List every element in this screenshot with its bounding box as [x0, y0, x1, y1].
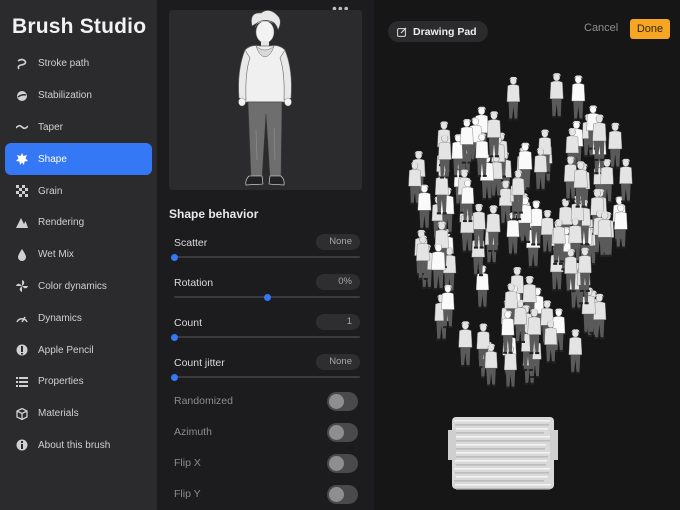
sidebar-item-label: Apple Pencil [38, 344, 94, 356]
count-value[interactable]: 1 [316, 314, 360, 330]
randomized-label: Randomized [174, 395, 233, 407]
brush-stamp [506, 76, 520, 121]
sidebar-item-label: Dynamics [38, 312, 82, 324]
scatter-value[interactable]: None [316, 234, 360, 250]
toggle-knob [329, 394, 344, 409]
about-icon [15, 438, 29, 452]
character-preview-image [238, 10, 292, 186]
brush-stamp [571, 75, 586, 121]
sidebar-item-label: Shape [38, 153, 67, 165]
brush-stamp [608, 122, 623, 169]
azimuth-label: Azimuth [174, 426, 212, 438]
sidebar-item-label: Materials [38, 408, 79, 420]
flip-y-label: Flip Y [174, 488, 201, 500]
color-dynamics-icon [15, 279, 29, 293]
scatter-slider[interactable] [170, 253, 360, 261]
sidebar-item-rendering[interactable]: Rendering [5, 207, 152, 239]
rendering-icon [15, 216, 29, 230]
done-button[interactable]: Done [630, 19, 670, 39]
randomized-setting: Randomized [174, 392, 360, 412]
brush-stamp [549, 73, 564, 119]
dynamics-icon [15, 311, 29, 325]
azimuth-setting: Azimuth [174, 423, 360, 443]
sidebar-item-shape[interactable]: Shape [5, 143, 152, 176]
count-jitter-value[interactable]: None [316, 354, 360, 370]
sidebar-item-taper[interactable]: Taper [5, 112, 152, 144]
brush-shape-preview [169, 10, 362, 190]
stabilization-icon [15, 89, 29, 103]
brush-stroke-base [448, 417, 558, 490]
sidebar-item-label: Taper [38, 121, 64, 133]
flip-x-label: Flip X [174, 457, 201, 469]
count-jitter-slider[interactable] [170, 373, 360, 381]
brush-stamp [540, 210, 554, 254]
cancel-button[interactable]: Cancel [584, 22, 618, 34]
sidebar-item-dynamics[interactable]: Dynamics [5, 302, 152, 334]
sidebar-nav: Stroke path Stabilization Taper Shape Gr… [5, 48, 152, 461]
toggle-knob [329, 487, 344, 502]
sidebar-item-label: Stabilization [38, 90, 92, 102]
rotation-label: Rotation [174, 277, 214, 289]
drawing-pad-canvas[interactable] [374, 0, 680, 510]
toggle-knob [329, 456, 344, 471]
sidebar-item-color-dynamics[interactable]: Color dynamics [5, 271, 152, 303]
shape-settings-panel: ••• Shape behavior Scatter None Rotation… [157, 0, 374, 510]
randomized-toggle[interactable] [327, 392, 358, 411]
apple-pencil-icon [15, 343, 29, 357]
drawing-pad-title: Drawing Pad [413, 25, 477, 38]
grain-icon [15, 184, 29, 198]
sidebar-item-label: Grain [38, 185, 63, 197]
count-slider[interactable] [170, 333, 360, 341]
sidebar-item-stroke-path[interactable]: Stroke path [5, 48, 152, 80]
drawing-pad[interactable]: Drawing Pad Cancel Done [374, 0, 680, 510]
sidebar-item-properties[interactable]: Properties [5, 366, 152, 398]
sidebar-item-apple-pencil[interactable]: Apple Pencil [5, 334, 152, 366]
brush-stamp [619, 158, 633, 203]
section-title-shape-behavior: Shape behavior [169, 207, 259, 221]
sidebar-item-about-this-brush[interactable]: About this brush [5, 430, 152, 462]
flip-x-setting: Flip X [174, 454, 360, 474]
scatter-label: Scatter [174, 237, 208, 249]
taper-icon [15, 120, 29, 134]
sidebar-item-label: Stroke path [38, 58, 90, 70]
rotation-value[interactable]: 0% [316, 274, 360, 290]
slider-thumb[interactable] [170, 253, 178, 261]
shape-icon [15, 152, 29, 166]
sidebar-item-label: Rendering [38, 217, 85, 229]
sidebar-item-materials[interactable]: Materials [5, 398, 152, 430]
slider-thumb[interactable] [263, 293, 271, 301]
sidebar-item-wet-mix[interactable]: Wet Mix [5, 239, 152, 271]
edit-icon [397, 27, 407, 37]
flip-y-setting: Flip Y [174, 485, 360, 505]
wet-mix-icon [15, 248, 29, 262]
rotation-slider[interactable] [174, 293, 360, 301]
sidebar-item-grain[interactable]: Grain [5, 175, 152, 207]
brush-stamp [475, 265, 489, 309]
brush-stamp [568, 329, 583, 374]
drawing-pad-button[interactable]: Drawing Pad [388, 21, 488, 42]
stroke-path-icon [15, 57, 29, 71]
sidebar-item-label: Properties [38, 376, 84, 388]
toggle-knob [329, 425, 344, 440]
sidebar-item-stabilization[interactable]: Stabilization [5, 80, 152, 112]
count-jitter-label: Count jitter [174, 357, 225, 369]
brush-studio-sidebar: Brush Studio Stroke path Stabilization T… [0, 0, 157, 510]
app-title: Brush Studio [12, 15, 147, 38]
sidebar-item-label: Color dynamics [38, 280, 107, 292]
azimuth-toggle[interactable] [327, 423, 358, 442]
flip-x-toggle[interactable] [327, 454, 358, 473]
slider-thumb[interactable] [170, 373, 178, 381]
flip-y-toggle[interactable] [327, 485, 358, 504]
sidebar-item-label: About this brush [38, 439, 111, 451]
slider-thumb[interactable] [170, 333, 178, 341]
brush-stamp [458, 321, 473, 368]
count-label: Count [174, 317, 203, 329]
properties-icon [15, 375, 29, 389]
sidebar-item-label: Wet Mix [38, 249, 74, 261]
materials-icon [15, 407, 29, 421]
